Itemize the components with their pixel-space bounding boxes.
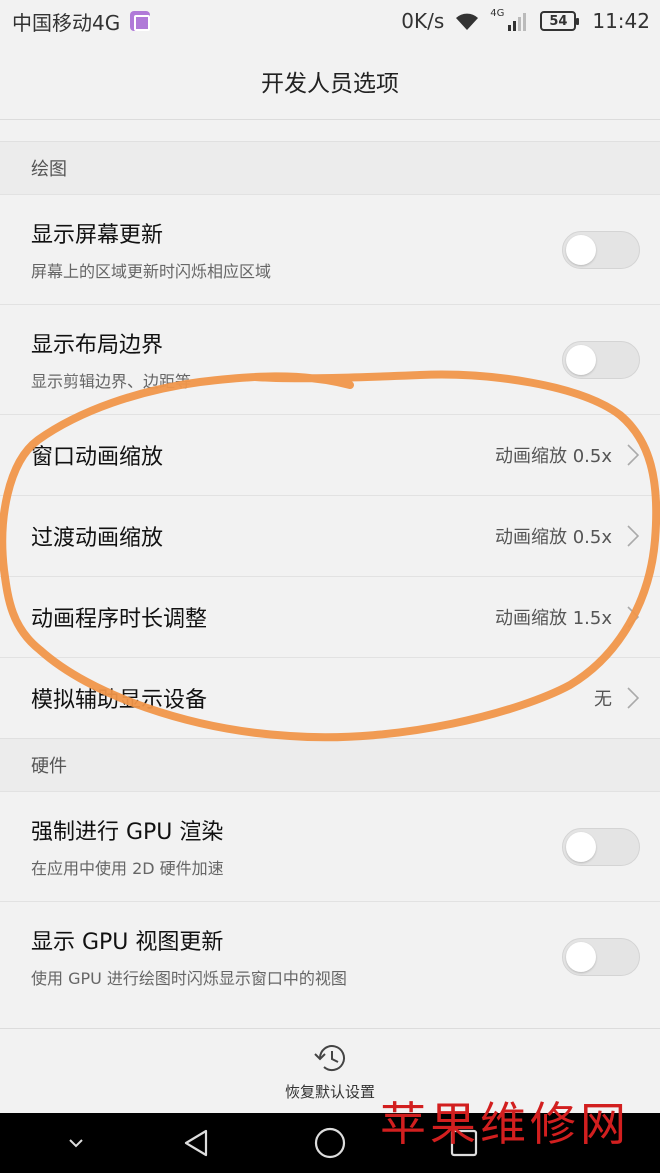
row-value: 动画缩放 1.5x xyxy=(495,608,612,629)
row-title: 显示 GPU 视图更新 xyxy=(31,930,224,955)
chevron-right-icon xyxy=(627,687,640,709)
show-layout-bounds-toggle[interactable] xyxy=(562,340,640,379)
back-triangle-icon xyxy=(184,1129,208,1157)
row-value: 动画缩放 0.5x xyxy=(495,446,612,467)
section-header-label: 绘图 xyxy=(31,159,67,180)
window-animation-scale-row[interactable]: 窗口动画缩放 动画缩放 0.5x xyxy=(0,414,660,495)
section-header-drawing: 绘图 xyxy=(0,141,660,194)
row-title: 强制进行 GPU 渲染 xyxy=(31,820,224,845)
show-layout-bounds-row[interactable]: 显示布局边界 显示剪辑边界、边距等 xyxy=(0,304,660,414)
battery-level: 54 xyxy=(540,11,580,31)
home-circle-icon xyxy=(314,1127,346,1159)
row-subtitle: 显示剪辑边界、边距等 xyxy=(31,372,192,391)
network-speed: 0K/s xyxy=(401,9,445,33)
row-value: 无 xyxy=(594,689,612,710)
section-header-hardware: 硬件 xyxy=(0,738,660,791)
history-icon xyxy=(314,1044,345,1071)
row-title: 显示屏幕更新 xyxy=(31,223,164,248)
home-button[interactable] xyxy=(290,1113,370,1173)
show-screen-updates-row[interactable]: 显示屏幕更新 屏幕上的区域更新时闪烁相应区域 xyxy=(0,194,660,304)
watermark-text: 苹果维修网 xyxy=(380,1097,630,1151)
simulate-secondary-display-row[interactable]: 模拟辅助显示设备 无 xyxy=(0,657,660,738)
row-subtitle: 使用 GPU 进行绘图时闪烁显示窗口中的视图 xyxy=(31,969,347,988)
row-value: 动画缩放 0.5x xyxy=(495,527,612,548)
chevron-right-icon xyxy=(627,525,640,547)
chevron-right-icon xyxy=(627,606,640,628)
row-title: 显示布局边界 xyxy=(31,333,164,358)
page-title: 开发人员选项 xyxy=(261,70,399,97)
row-title: 动画程序时长调整 xyxy=(31,607,208,632)
carrier-label: 中国移动4G xyxy=(12,10,121,35)
gallery-notification-icon xyxy=(130,11,151,31)
row-subtitle: 屏幕上的区域更新时闪烁相应区域 xyxy=(31,262,272,281)
hide-nav-button[interactable] xyxy=(36,1113,116,1173)
app-bar: 开发人员选项 xyxy=(0,42,660,120)
wifi-icon xyxy=(454,11,480,31)
settings-list[interactable]: 绘图 显示屏幕更新 屏幕上的区域更新时闪烁相应区域 显示布局边界 显示剪辑边界、… xyxy=(0,121,660,1029)
show-gpu-view-updates-toggle[interactable] xyxy=(562,937,640,976)
top-spacer xyxy=(0,121,660,141)
force-gpu-rendering-row[interactable]: 强制进行 GPU 渲染 在应用中使用 2D 硬件加速 xyxy=(0,791,660,901)
animator-duration-scale-row[interactable]: 动画程序时长调整 动画缩放 1.5x xyxy=(0,576,660,657)
back-button[interactable] xyxy=(156,1113,236,1173)
transition-animation-scale-row[interactable]: 过渡动画缩放 动画缩放 0.5x xyxy=(0,495,660,576)
chevron-right-icon xyxy=(627,444,640,466)
reset-defaults-label: 恢复默认设置 xyxy=(284,1082,375,1101)
network-type: 4G xyxy=(490,7,505,19)
chevron-down-icon xyxy=(69,1139,83,1148)
status-bar: 中国移动4G 0K/s 4G 54 11:42 xyxy=(0,0,660,42)
force-gpu-rendering-toggle[interactable] xyxy=(562,827,640,866)
show-gpu-view-updates-row[interactable]: 显示 GPU 视图更新 使用 GPU 进行绘图时闪烁显示窗口中的视图 xyxy=(0,901,660,1011)
row-title: 窗口动画缩放 xyxy=(31,445,164,470)
battery-icon: 54 xyxy=(540,11,580,31)
row-subtitle: 在应用中使用 2D 硬件加速 xyxy=(31,859,224,878)
clock: 11:42 xyxy=(592,9,650,33)
signal-icon xyxy=(508,11,530,31)
row-title: 模拟辅助显示设备 xyxy=(31,688,208,713)
show-screen-updates-toggle[interactable] xyxy=(562,230,640,269)
row-title: 过渡动画缩放 xyxy=(31,526,164,551)
section-header-label: 硬件 xyxy=(31,756,67,777)
